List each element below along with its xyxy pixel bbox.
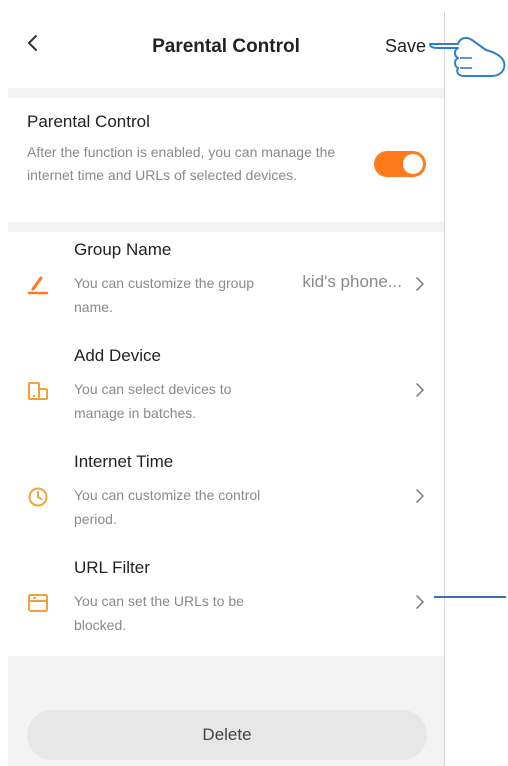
- item-title: Group Name: [74, 240, 172, 259]
- chevron-right-icon: [416, 277, 424, 291]
- save-button[interactable]: Save: [385, 36, 426, 57]
- chevron-right-icon: [416, 595, 424, 609]
- clock-icon: [28, 487, 48, 507]
- list-item-url-filter[interactable]: URL Filter You can set the URLs to be bl…: [8, 550, 444, 656]
- item-title: Internet Time: [74, 452, 174, 471]
- item-title: URL Filter: [74, 558, 150, 577]
- toggle-knob: [403, 154, 423, 174]
- pencil-icon: [27, 276, 49, 295]
- chevron-right-icon: [416, 489, 424, 503]
- group-name-value: kid's phone...: [302, 272, 402, 291]
- parental-control-title: Parental Control: [27, 112, 150, 131]
- item-title: Add Device: [74, 346, 161, 365]
- header-bar: Parental Control Save: [8, 12, 444, 88]
- app-screen: Parental Control Save Parental Control A…: [8, 12, 445, 766]
- item-description: You can set the URLs to be blocked.: [74, 593, 244, 633]
- chevron-right-icon: [416, 383, 424, 397]
- page-title: Parental Control: [152, 36, 300, 57]
- parental-control-description: After the function is enabled, you can m…: [27, 144, 336, 183]
- delete-button[interactable]: Delete: [27, 710, 427, 760]
- list-item-internet-time[interactable]: Internet Time You can customize the cont…: [8, 444, 444, 550]
- item-description: You can customize the group name.: [74, 275, 255, 315]
- list-item-group-name[interactable]: Group Name You can customize the group n…: [8, 232, 444, 338]
- callout-line: [434, 596, 506, 598]
- url-filter-icon: [28, 594, 48, 612]
- parental-control-toggle[interactable]: [374, 151, 426, 177]
- item-description: You can customize the control period.: [74, 487, 261, 527]
- settings-list: Group Name You can customize the group n…: [8, 232, 444, 656]
- device-icon: [28, 382, 48, 400]
- list-item-add-device[interactable]: Add Device You can select devices to man…: [8, 338, 444, 444]
- parental-control-card: Parental Control After the function is e…: [8, 98, 444, 222]
- item-description: You can select devices to manage in batc…: [74, 381, 232, 421]
- hand-pointer-icon: [429, 36, 506, 77]
